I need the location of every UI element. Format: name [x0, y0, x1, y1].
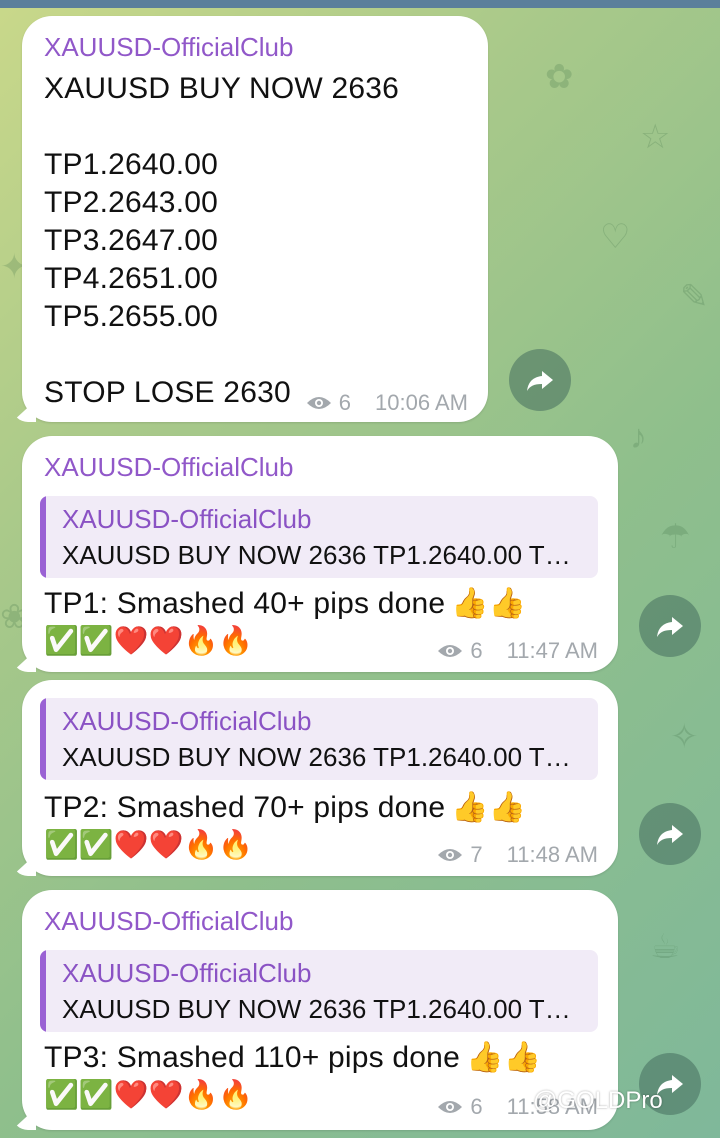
forward-button[interactable]	[639, 595, 701, 657]
message-bubble[interactable]: XAUUSD-OfficialClub XAUUSD BUY NOW 2636 …	[12, 16, 488, 422]
message-line: TP2.2643.00	[44, 186, 218, 219]
reply-sender: XAUUSD-OfficialClub	[62, 504, 312, 534]
forward-button[interactable]	[639, 803, 701, 865]
bubble-tail	[12, 400, 36, 422]
reply-text: XAUUSD BUY NOW 2636 TP1.2640.00 TP2.2643…	[62, 540, 582, 570]
message-bubble[interactable]: XAUUSD-OfficialClub XAUUSD-OfficialClub …	[12, 890, 618, 1130]
message-meta: 6 11:47 AM	[436, 638, 598, 664]
doodle-icon: ☕	[650, 928, 681, 966]
doodle-icon: ✎	[680, 278, 709, 316]
message-text-content: TP3: Smashed 110+ pips done	[44, 1041, 460, 1074]
bubble-tail	[12, 854, 36, 876]
reply-preview[interactable]: XAUUSD-OfficialClub XAUUSD BUY NOW 2636 …	[40, 950, 598, 1032]
forward-arrow-icon	[657, 617, 683, 637]
eye-icon	[438, 1101, 463, 1113]
thumbs-up-emoji: 👍👍	[465, 1041, 542, 1074]
bubble-tail	[12, 650, 36, 672]
reply-accent-bar	[40, 698, 46, 780]
sender-name[interactable]: XAUUSD-OfficialClub	[44, 452, 293, 483]
message-time: 11:48 AM	[506, 842, 598, 867]
message-line: TP5.2655.00	[44, 300, 218, 333]
message-bubble[interactable]: XAUUSD-OfficialClub XAUUSD-OfficialClub …	[12, 436, 618, 672]
forward-button[interactable]	[509, 349, 571, 411]
view-count: 6	[470, 1094, 483, 1119]
message-time: 11:47 AM	[506, 638, 598, 663]
watermark-text: @GOLDPro	[533, 1087, 663, 1114]
message-meta: 6 10:06 AM	[305, 390, 468, 416]
reaction-emojis: ✅✅❤️❤️🔥🔥	[44, 624, 254, 657]
message-text-content: TP1: Smashed 40+ pips done	[44, 587, 446, 620]
eye-icon	[438, 849, 463, 861]
message-text: TP2: Smashed 70+ pips done 👍👍	[44, 790, 526, 825]
message-bubble[interactable]: XAUUSD-OfficialClub XAUUSD BUY NOW 2636 …	[12, 680, 618, 876]
eye-icon	[438, 645, 463, 657]
forward-arrow-icon	[527, 371, 553, 391]
message-line: XAUUSD BUY NOW 2636	[44, 72, 400, 105]
message-text: TP1: Smashed 40+ pips done 👍👍	[44, 586, 526, 621]
sender-name[interactable]: XAUUSD-OfficialClub	[44, 906, 293, 937]
message-line: TP4.2651.00	[44, 262, 218, 295]
reply-preview[interactable]: XAUUSD-OfficialClub XAUUSD BUY NOW 2636 …	[40, 698, 598, 780]
sender-name[interactable]: XAUUSD-OfficialClub	[44, 32, 293, 63]
message-line: STOP LOSE 2630	[44, 376, 291, 409]
thumbs-up-emoji: 👍👍	[451, 791, 527, 824]
message-text: TP3: Smashed 110+ pips done 👍👍	[44, 1040, 541, 1075]
message-meta: 7 11:48 AM	[436, 842, 598, 868]
thumbs-up-emoji: 👍👍	[451, 587, 527, 620]
reply-text: XAUUSD BUY NOW 2636 TP1.2640.00 TP2.2643…	[62, 994, 582, 1024]
reply-accent-bar	[40, 950, 46, 1032]
status-strip	[0, 0, 720, 8]
doodle-icon: ☆	[640, 118, 671, 156]
message-text-content: TP2: Smashed 70+ pips done	[44, 791, 446, 824]
reply-sender: XAUUSD-OfficialClub	[62, 958, 312, 988]
reaction-emojis: ✅✅❤️❤️🔥🔥	[44, 1078, 254, 1111]
bubble-tail	[12, 1108, 36, 1130]
doodle-icon: ♡	[600, 218, 631, 256]
message-time: 10:06 AM	[375, 390, 468, 415]
view-count: 7	[470, 842, 483, 867]
eye-icon	[306, 397, 331, 409]
doodle-icon: ✧	[670, 718, 699, 756]
doodle-icon: ☂	[660, 518, 691, 556]
doodle-icon: ✿	[545, 58, 574, 96]
message-line: TP1.2640.00	[44, 148, 218, 181]
reply-text: XAUUSD BUY NOW 2636 TP1.2640.00 TP2.2643…	[62, 742, 582, 772]
reply-accent-bar	[40, 496, 46, 578]
doodle-icon: ♪	[630, 418, 647, 456]
forward-arrow-icon	[657, 825, 683, 845]
reaction-emojis: ✅✅❤️❤️🔥🔥	[44, 828, 254, 861]
reply-sender: XAUUSD-OfficialClub	[62, 706, 312, 736]
reply-preview[interactable]: XAUUSD-OfficialClub XAUUSD BUY NOW 2636 …	[40, 496, 598, 578]
view-count: 6	[470, 638, 483, 663]
message-line: TP3.2647.00	[44, 224, 218, 257]
view-count: 6	[338, 390, 352, 415]
